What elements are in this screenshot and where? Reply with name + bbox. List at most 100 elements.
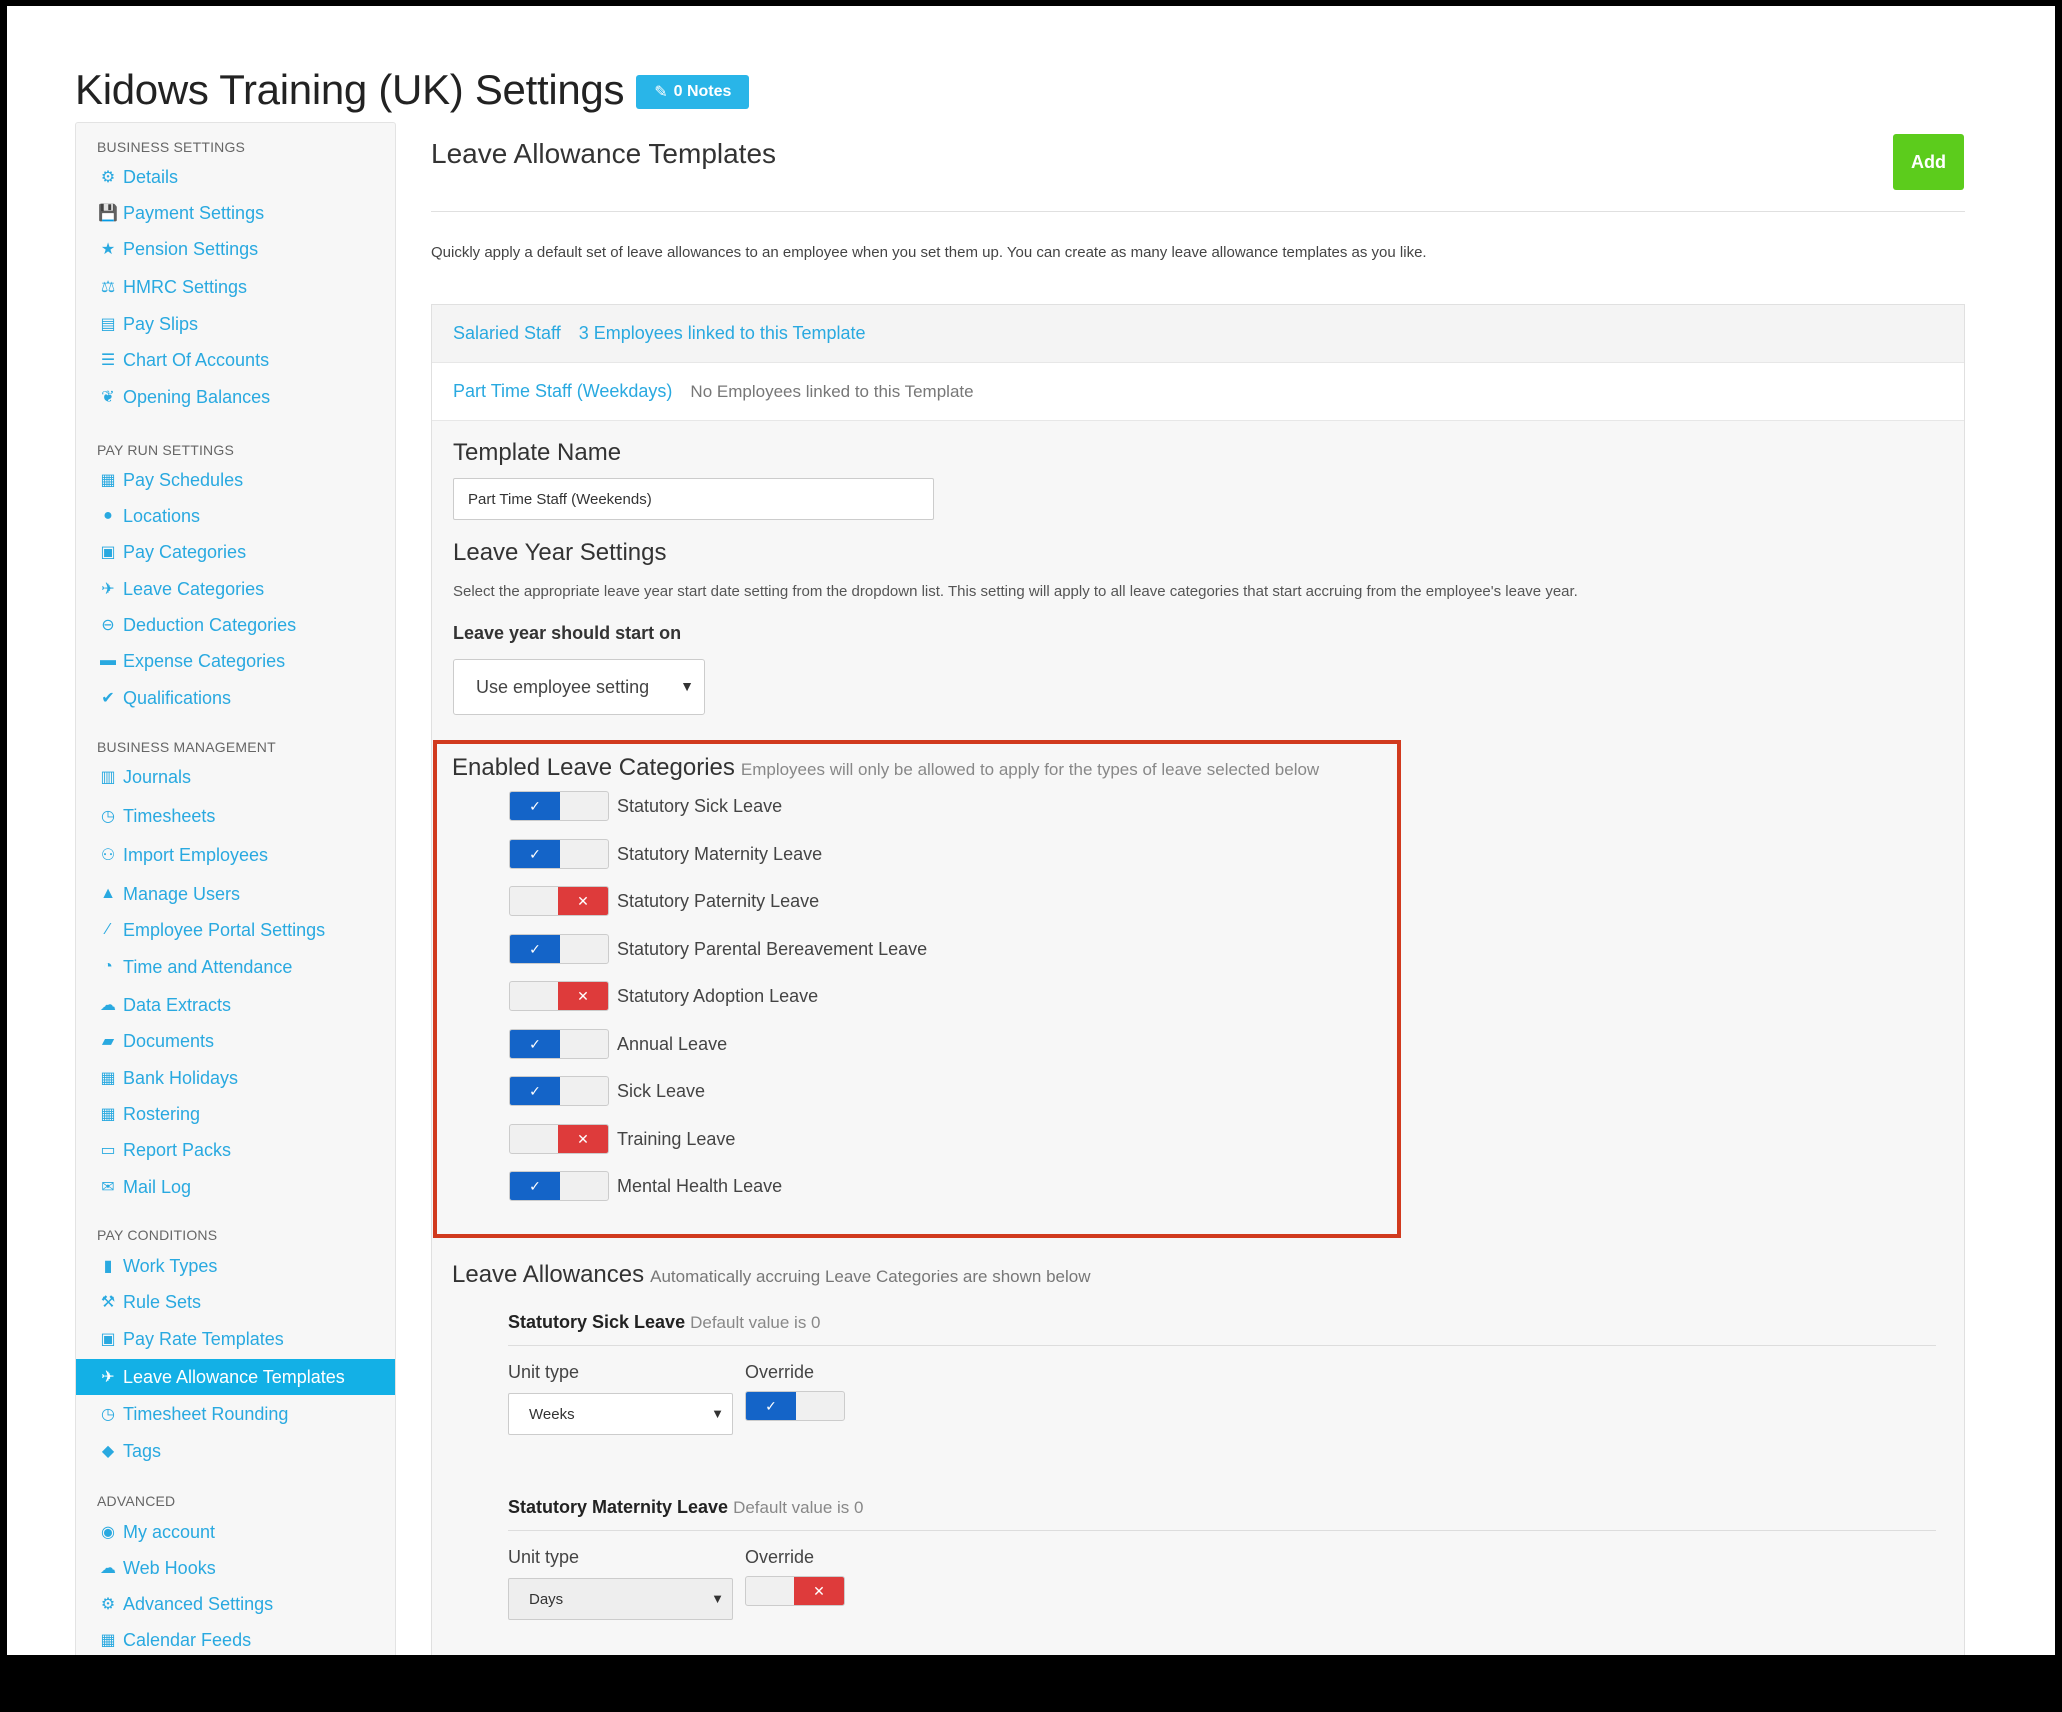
divider	[431, 211, 1965, 212]
sidebar-item-leave-categories[interactable]: ✈ Leave Categories	[76, 571, 395, 607]
sidebar-item-expense-categories[interactable]: ▬ Expense Categories	[76, 643, 395, 679]
sidebar-item-chart-of-accounts[interactable]: ☰ Chart Of Accounts	[76, 342, 395, 378]
star-icon: ★	[100, 241, 116, 258]
leave-year-start-label: Leave year should start on	[453, 623, 682, 643]
calendar-icon: ▦	[100, 472, 116, 489]
template-employees-link[interactable]: 3 Employees linked to this Template	[579, 323, 866, 344]
leave-category-toggle[interactable]: ✓	[509, 934, 609, 964]
enabled-categories-title: Enabled Leave Categories	[452, 754, 735, 781]
save-icon: 💾	[98, 205, 118, 222]
unit-type-label: Unit type	[508, 1362, 580, 1382]
sidebar-item-tags[interactable]: ◆ Tags	[76, 1433, 395, 1469]
calculator-icon: ▬	[100, 652, 116, 669]
leaf-icon: ❦	[101, 389, 115, 406]
people-icon: ⚇	[100, 847, 116, 864]
leave-category-toggle[interactable]: ✓	[509, 791, 609, 821]
envelope-icon: ✉	[101, 1179, 115, 1196]
leave-category-toggle[interactable]: ✕	[509, 886, 609, 916]
sidebar-item-manage-users[interactable]: ▲ Manage Users	[76, 876, 395, 912]
leave-category-row: ✓ Mental Health Leave	[509, 1171, 782, 1201]
sidebar-item-employee-portal-settings[interactable]: ⁄ Employee Portal Settings	[76, 912, 395, 948]
sidebar-item-pay-categories[interactable]: ▣ Pay Categories	[76, 534, 395, 570]
check-icon: ✓	[510, 840, 560, 868]
book-icon: ▮	[103, 1258, 113, 1275]
minus-circle-icon: ⊖	[101, 617, 115, 634]
sidebar-item-label: Web Hooks	[123, 1557, 216, 1578]
cloud-icon: ☁	[100, 1560, 116, 1577]
sidebar-item-label: Tags	[123, 1440, 162, 1461]
folder-icon: ▰	[101, 1033, 115, 1050]
money-icon: ▣	[100, 544, 116, 561]
leave-year-start-select[interactable]: Use employee setting ▼	[453, 659, 705, 715]
leave-category-label: Statutory Paternity Leave	[617, 890, 820, 911]
sidebar-item-data-extracts[interactable]: ☁ Data Extracts	[76, 987, 395, 1023]
sidebar-item-documents[interactable]: ▰ Documents	[76, 1023, 395, 1059]
notes-button[interactable]: ✎ 0 Notes	[636, 75, 750, 109]
sidebar-item-qualifications[interactable]: ✔ Qualifications	[76, 680, 395, 716]
sidebar-item-hmrc-settings[interactable]: ⚖ HMRC Settings	[76, 269, 395, 305]
sidebar-item-leave-allowance-templates[interactable]: ✈ Leave Allowance Templates	[76, 1359, 395, 1395]
template-name-link[interactable]: Salaried Staff	[453, 323, 561, 344]
sidebar-section-heading: PAY CONDITIONS	[97, 1227, 218, 1243]
sidebar-item-label: Rule Sets	[123, 1291, 202, 1312]
sidebar-item-report-packs[interactable]: ▭ Report Packs	[76, 1132, 395, 1168]
sidebar-item-journals[interactable]: ▥ Journals	[76, 759, 395, 795]
sidebar-item-web-hooks[interactable]: ☁ Web Hooks	[76, 1550, 395, 1586]
unit-type-select[interactable]: Days ▼	[508, 1578, 733, 1620]
cloud-download-icon: ☁	[100, 997, 116, 1014]
sidebar-item-calendar-feeds[interactable]: ▦ Calendar Feeds	[76, 1622, 395, 1655]
leave-category-toggle[interactable]: ✓	[509, 839, 609, 869]
leave-category-toggle[interactable]: ✕	[509, 981, 609, 1011]
sidebar-item-label: Qualifications	[123, 687, 232, 708]
sidebar-item-pay-rate-templates[interactable]: ▣ Pay Rate Templates	[76, 1321, 395, 1357]
sidebar-item-label: Bank Holidays	[123, 1067, 239, 1088]
sidebar-item-timesheet-rounding[interactable]: ◷ Timesheet Rounding	[76, 1396, 395, 1432]
sidebar-section-heading: ADVANCED	[97, 1493, 176, 1509]
sidebar-item-time-and-attendance[interactable]: ◔ Time and Attendance	[76, 949, 395, 985]
add-button[interactable]: Add	[1893, 134, 1964, 190]
sidebar-item-opening-balances[interactable]: ❦ Opening Balances	[76, 379, 395, 415]
sidebar-item-pay-slips[interactable]: ▤ Pay Slips	[76, 306, 395, 342]
template-row[interactable]: Part Time Staff (Weekdays) No Employees …	[432, 363, 1964, 421]
leave-category-toggle[interactable]: ✓	[509, 1076, 609, 1106]
template-name-link[interactable]: Part Time Staff (Weekdays)	[453, 381, 672, 402]
override-toggle[interactable]: ✓	[745, 1391, 845, 1421]
sidebar-item-timesheets[interactable]: ◷ Timesheets	[76, 798, 395, 834]
divider	[508, 1345, 1936, 1346]
sidebar-item-label: Timesheets	[123, 805, 216, 826]
sidebar-item-import-employees[interactable]: ⚇ Import Employees	[76, 837, 395, 873]
sidebar-item-locations[interactable]: ● Locations	[76, 498, 395, 534]
sidebar-item-work-types[interactable]: ▮ Work Types	[76, 1248, 395, 1284]
allowance-title: Statutory Maternity Leave Default value …	[508, 1497, 1936, 1518]
template-row[interactable]: Salaried Staff 3 Employees linked to thi…	[432, 305, 1964, 363]
sidebar-item-rostering[interactable]: ▦ Rostering	[76, 1096, 395, 1132]
gear-icon: ⚙	[100, 169, 116, 186]
calendar-icon: ▦	[100, 1070, 116, 1087]
sidebar-item-pay-schedules[interactable]: ▦ Pay Schedules	[76, 462, 395, 498]
sidebar-item-label: Opening Balances	[123, 386, 271, 407]
chevron-down-icon: ▼	[711, 1406, 724, 1421]
override-toggle[interactable]: ✕	[745, 1576, 845, 1606]
unit-type-select[interactable]: Weeks ▼	[508, 1393, 733, 1435]
sidebar-item-bank-holidays[interactable]: ▦ Bank Holidays	[76, 1060, 395, 1096]
sidebar-item-label: Pay Categories	[123, 541, 247, 562]
template-name-input[interactable]	[453, 478, 934, 520]
sidebar-item-rule-sets[interactable]: ⚒ Rule Sets	[76, 1284, 395, 1320]
sidebar-item-details[interactable]: ⚙ Details	[76, 159, 395, 195]
leave-category-toggle[interactable]: ✓	[509, 1029, 609, 1059]
sidebar-section-heading: PAY RUN SETTINGS	[97, 442, 234, 458]
leave-allowances-heading: Leave Allowances Automatically accruing …	[452, 1261, 1091, 1289]
leave-category-row: ✓ Annual Leave	[509, 1029, 727, 1059]
check-icon: ✓	[510, 1030, 560, 1058]
leave-category-toggle[interactable]: ✓	[509, 1171, 609, 1201]
sidebar-item-my-account[interactable]: ◉ My account	[76, 1514, 395, 1550]
leave-year-heading: Leave Year Settings	[453, 539, 667, 566]
sidebar-item-advanced-settings[interactable]: ⚙ Advanced Settings	[76, 1586, 395, 1622]
leave-category-toggle[interactable]: ✕	[509, 1124, 609, 1154]
close-icon: ✕	[558, 1125, 608, 1153]
sidebar-item-payment-settings[interactable]: 💾 Payment Settings	[76, 195, 395, 231]
sidebar-item-pension-settings[interactable]: ★ Pension Settings	[76, 231, 395, 267]
check-icon: ✓	[746, 1392, 796, 1420]
sidebar-item-deduction-categories[interactable]: ⊖ Deduction Categories	[76, 607, 395, 643]
sidebar-item-mail-log[interactable]: ✉ Mail Log	[76, 1169, 395, 1205]
